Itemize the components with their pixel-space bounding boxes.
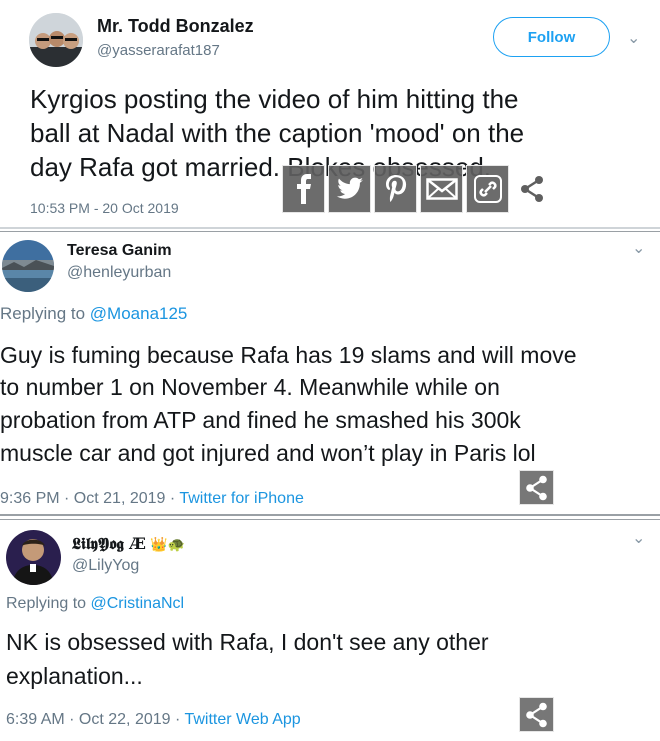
email-icon — [425, 178, 458, 200]
chevron-down-icon[interactable]: ⌄ — [632, 528, 645, 548]
tweet-card-1: Mr. Todd Bonzalez @yasserarafat187 Follo… — [0, 0, 660, 229]
share-button[interactable] — [519, 470, 554, 505]
pinterest-share-button[interactable] — [374, 165, 417, 213]
link-icon — [473, 175, 502, 203]
tweet-text-line: muscle car and got injured and won’t pla… — [0, 440, 536, 466]
avatar-image — [6, 530, 61, 585]
share-toolbar — [282, 165, 552, 217]
avatar[interactable] — [6, 530, 61, 585]
display-name-text: 𝕷𝖎𝖑𝖞𝖄𝖔𝖌 Æ — [72, 534, 146, 553]
tweet-card-2: Teresa Ganim @henleyurban ⌄ Replying to … — [0, 231, 660, 516]
tweet-meta: 9:36 PM · Oct 21, 2019 · Twitter for iPh… — [0, 490, 304, 508]
twitter-icon — [336, 177, 363, 199]
display-name[interactable]: Mr. Todd Bonzalez — [97, 16, 254, 37]
tweet-source[interactable]: Twitter for iPhone — [179, 490, 304, 507]
avatar[interactable] — [2, 240, 54, 292]
share-icon — [525, 702, 547, 727]
copy-link-button[interactable] — [466, 165, 509, 213]
avatar-image — [2, 240, 54, 292]
share-more-button[interactable] — [512, 165, 552, 213]
tweet-text-line: Guy is fuming because Rafa has 19 slams … — [0, 342, 577, 368]
email-share-button[interactable] — [420, 165, 463, 213]
share-icon — [525, 475, 547, 500]
tweet-timestamp[interactable]: 10:53 PM - 20 Oct 2019 — [30, 200, 179, 216]
pinterest-icon — [385, 175, 406, 202]
user-handle[interactable]: @LilyYog — [72, 557, 139, 575]
reply-to-handle[interactable]: @CristinaNcl — [91, 595, 185, 612]
crown-turtle-emoji: 👑🐢 — [150, 536, 186, 552]
tweet-text-line: NK is obsessed with Rafa, I don't see an… — [6, 629, 489, 655]
replying-to-label: Replying to — [0, 304, 90, 323]
tweet-text-line: probation from ATP and fined he smashed … — [0, 407, 521, 433]
facebook-share-button[interactable] — [282, 165, 325, 213]
user-handle[interactable]: @yasserarafat187 — [97, 42, 220, 59]
replying-to: Replying to @CristinaNcl — [6, 595, 184, 613]
twitter-share-button[interactable] — [328, 165, 371, 213]
tweet-timestamp[interactable]: 9:36 PM · Oct 21, 2019 · — [0, 490, 179, 507]
chevron-down-icon[interactable]: ⌄ — [632, 238, 645, 258]
replying-to: Replying to @Moana125 — [0, 304, 187, 324]
tweet-timestamp[interactable]: 6:39 AM · Oct 22, 2019 · — [6, 711, 184, 728]
tweet-text-line: explanation... — [6, 663, 143, 689]
tweet-card-3: 𝕷𝖎𝖑𝖞𝖄𝖔𝖌 Æ 👑🐢 @LilyYog ⌄ Replying to @Cri… — [0, 519, 660, 741]
display-name[interactable]: Teresa Ganim — [67, 242, 172, 260]
display-name[interactable]: 𝕷𝖎𝖑𝖞𝖄𝖔𝖌 Æ 👑🐢 — [72, 534, 185, 554]
chevron-down-icon[interactable]: ⌄ — [627, 28, 640, 48]
reply-to-handle[interactable]: @Moana125 — [90, 304, 188, 323]
tweet-meta: 6:39 AM · Oct 22, 2019 · Twitter Web App — [6, 711, 301, 729]
follow-button[interactable]: Follow — [493, 17, 610, 57]
share-button[interactable] — [519, 697, 554, 732]
user-handle[interactable]: @henleyurban — [67, 264, 171, 282]
facebook-icon — [296, 174, 311, 204]
tweet-text-line: ball at Nadal with the caption 'mood' on… — [30, 118, 525, 148]
replying-to-label: Replying to — [6, 595, 91, 612]
share-icon — [521, 176, 543, 202]
tweet-source[interactable]: Twitter Web App — [184, 711, 300, 728]
avatar-image — [29, 13, 83, 67]
tweet-text-line: to number 1 on November 4. Meanwhile whi… — [0, 374, 500, 400]
tweet-text-line: Kyrgios posting the video of him hitting… — [30, 84, 519, 114]
avatar[interactable] — [29, 13, 83, 67]
